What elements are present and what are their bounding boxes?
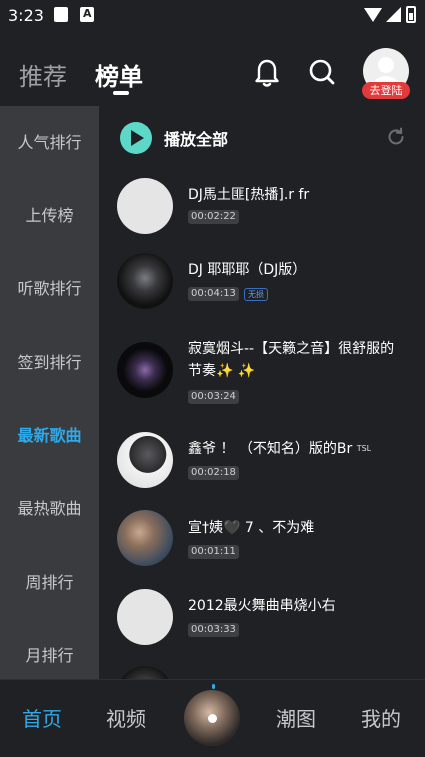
nav-home[interactable]: 首页	[22, 703, 62, 732]
disc-center-icon	[208, 714, 217, 723]
song-title: 2012最火舞曲串烧小右	[188, 598, 336, 614]
song-title-superscript: TSL	[356, 444, 372, 453]
sidebar-item-hottest[interactable]: 最热歌曲	[0, 489, 99, 529]
user-avatar-button[interactable]: 去登陆	[362, 48, 410, 100]
sidebar-item-listening[interactable]: 听歌排行	[0, 269, 99, 309]
bottom-nav: 首页 视频 潮图 我的	[0, 679, 425, 757]
login-badge[interactable]: 去登陆	[362, 82, 410, 99]
status-time: 3:23	[8, 6, 44, 25]
sidebar-item-newest[interactable]: 最新歌曲	[0, 416, 99, 456]
song-cover	[117, 589, 173, 645]
play-all-label[interactable]: 播放全部	[164, 126, 228, 150]
search-icon[interactable]	[308, 58, 336, 86]
song-duration: 00:03:33	[188, 623, 239, 637]
song-cover	[117, 178, 173, 234]
signal-icon	[386, 7, 401, 22]
song-row[interactable]	[99, 658, 425, 679]
song-row[interactable]: DJ馬土匪[热播].r fr 00:02:22	[99, 168, 425, 246]
play-all-icon[interactable]	[120, 122, 152, 154]
sidebar-item-upload[interactable]: 上传榜	[0, 196, 99, 236]
song-title: 鑫爷 ！ （不知名）版的Br TSL	[188, 438, 371, 460]
song-title: DJ 耶耶耶（DJ版）	[188, 262, 307, 278]
wifi-icon	[364, 8, 382, 22]
battery-icon	[406, 6, 416, 23]
song-duration: 00:01:11	[188, 545, 239, 559]
nav-mine[interactable]: 我的	[361, 703, 401, 732]
tab-ranking[interactable]: 榜单	[95, 57, 143, 92]
tab-recommend[interactable]: 推荐	[19, 57, 67, 92]
song-title-text: 鑫爷 ！ （不知名）版的Br	[188, 441, 353, 457]
song-row[interactable]: DJ 耶耶耶（DJ版） 00:04:13 无损	[99, 246, 425, 324]
song-cover	[117, 666, 173, 679]
song-cover	[117, 510, 173, 566]
song-duration: 00:03:24	[188, 390, 239, 404]
song-duration: 00:02:22	[188, 210, 239, 224]
song-title: 寂寞烟斗--【天籁之音】很舒服的节奏✨ ✨	[188, 341, 395, 379]
song-title: DJ馬土匪[热播].r fr	[188, 187, 310, 203]
song-duration: 00:02:18	[188, 466, 239, 480]
song-cover	[117, 253, 173, 309]
song-cover	[117, 432, 173, 488]
play-all-row[interactable]: 播放全部	[99, 106, 425, 168]
notification-a-icon	[80, 7, 94, 22]
song-title: 宣†姨🖤 7 、不为难	[188, 520, 315, 536]
bell-icon[interactable]	[254, 58, 280, 88]
song-row[interactable]: 2012最火舞曲串烧小右 00:03:33	[99, 580, 425, 658]
status-bar: 3:23	[0, 0, 425, 30]
notification-square-icon	[54, 7, 68, 22]
sidebar-item-popularity[interactable]: 人气排行	[0, 123, 99, 163]
sidebar-item-checkin[interactable]: 签到排行	[0, 343, 99, 383]
song-duration: 00:04:13	[188, 287, 239, 301]
song-row[interactable]: 宣†姨🖤 7 、不为难 00:01:11	[99, 502, 425, 580]
nav-video[interactable]: 视频	[106, 703, 146, 732]
song-list: 播放全部 DJ馬土匪[热播].r fr 00:02:22 DJ 耶耶耶（DJ版）…	[99, 106, 425, 679]
sidebar-item-weekly[interactable]: 周排行	[0, 563, 99, 603]
ranking-sidebar: 人气排行 上传榜 听歌排行 签到排行 最新歌曲 最热歌曲 周排行 月排行	[0, 106, 99, 679]
tab-indicator	[113, 91, 129, 95]
song-row[interactable]: 寂寞烟斗--【天籁之音】很舒服的节奏✨ ✨ 00:03:24	[99, 324, 425, 424]
lossless-tag: 无损	[244, 288, 268, 301]
refresh-icon[interactable]	[386, 127, 406, 147]
nav-trend-images[interactable]: 潮图	[276, 703, 316, 732]
song-row[interactable]: 鑫爷 ！ （不知名）版的Br TSL 00:02:18	[99, 424, 425, 502]
song-cover	[117, 342, 173, 398]
top-header: 推荐 榜单 去登陆	[0, 30, 425, 106]
player-progress-tick	[212, 684, 215, 689]
sidebar-item-monthly[interactable]: 月排行	[0, 636, 99, 676]
